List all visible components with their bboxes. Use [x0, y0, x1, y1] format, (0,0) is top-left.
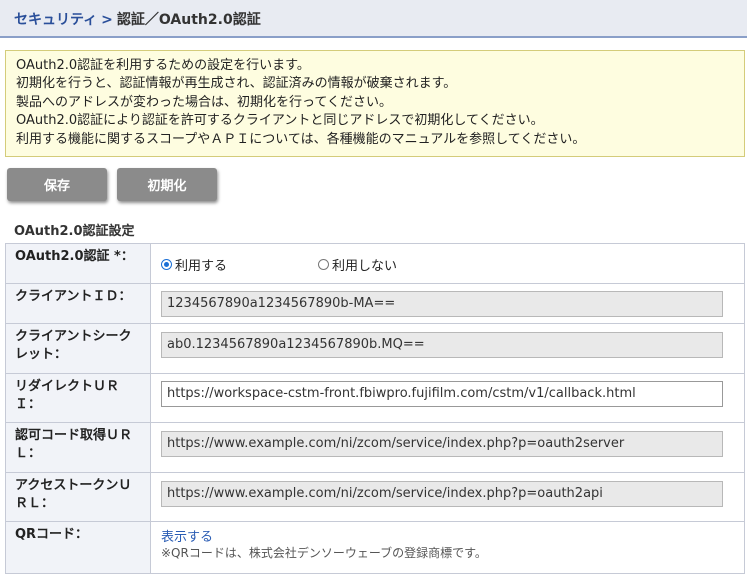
label-line: 認可コード取得ＵＲ: [15, 428, 133, 443]
radio-unselected-icon: [318, 259, 329, 270]
radio-use[interactable]: 利用する: [161, 255, 227, 274]
radio-not-use[interactable]: 利用しない: [318, 255, 397, 274]
label-client-id: クライアントＩＤ：: [6, 284, 151, 323]
notice-line: OAuth2.0認証により認証を許可するクライアントと同じアドレスで初期化してく…: [16, 113, 544, 129]
row-redirect-uri: リダイレクトＵＲ Ｉ： https://workspace-cstm-front…: [6, 374, 744, 423]
label-client-secret: クライアントシーク レット：: [6, 324, 151, 373]
breadcrumb-separator: >: [101, 12, 113, 28]
row-qr-code: QRコード： 表示する ※QRコードは、株式会社デンソーウェーブの登録商標です。: [6, 522, 744, 573]
label-line: Ｉ：: [15, 397, 42, 412]
label-redirect-uri: リダイレクトＵＲ Ｉ：: [6, 374, 151, 422]
client-id-cell: 1234567890a1234567890b-MA==: [161, 284, 744, 323]
row-client-id: クライアントＩＤ： 1234567890a1234567890b-MA==: [6, 284, 744, 324]
save-button[interactable]: 保存: [7, 168, 107, 201]
qr-trademark-note: ※QRコードは、株式会社デンソーウェーブの登録商標です。: [161, 546, 487, 560]
client-secret-cell: ab0.1234567890a1234567890b.MQ==: [161, 324, 744, 373]
row-oauth-enable: OAuth2.0認証 *： 利用する 利用しない: [6, 244, 744, 284]
label-line: アクセストークンＵ: [15, 478, 132, 493]
show-qr-link[interactable]: 表示する: [161, 526, 213, 545]
oauth-settings-form: OAuth2.0認証 *： 利用する 利用しない クライアントＩＤ： 12345…: [5, 243, 745, 574]
notice-line: 初期化を行うと、認証情報が再生成され、認証済みの情報が破棄されます。: [16, 76, 457, 92]
row-access-token-url: アクセストークンＵ ＲＬ： https://www.example.com/ni…: [6, 473, 744, 522]
breadcrumb-current: 認証／OAuth2.0認証: [116, 12, 261, 28]
redirect-uri-cell: https://workspace-cstm-front.fbiwpro.fuj…: [161, 374, 744, 422]
radio-use-label: 利用する: [175, 259, 228, 274]
client-secret-field[interactable]: ab0.1234567890a1234567890b.MQ==: [161, 332, 723, 358]
notice-line: 利用する機能に関するスコープやＡＰＩについては、各種機能のマニュアルを参照してく…: [16, 131, 586, 147]
client-id-field[interactable]: 1234567890a1234567890b-MA==: [161, 291, 723, 317]
info-notice: OAuth2.0認証を利用するための設定を行います。 初期化を行うと、認証情報が…: [5, 50, 745, 157]
label-line: リダイレクトＵＲ: [15, 379, 120, 394]
notice-line: 製品へのアドレスが変わった場合は、初期化を行ってください。: [16, 94, 392, 110]
qr-code-cell: 表示する ※QRコードは、株式会社デンソーウェーブの登録商標です。: [161, 522, 744, 573]
access-token-url-field[interactable]: https://www.example.com/ni/zcom/service/…: [161, 481, 723, 507]
label-access-token-url: アクセストークンＵ ＲＬ：: [6, 473, 151, 521]
redirect-uri-input[interactable]: https://workspace-cstm-front.fbiwpro.fuj…: [161, 381, 723, 407]
label-auth-code-url: 認可コード取得ＵＲ Ｌ：: [6, 423, 151, 472]
label-line: ＲＬ：: [15, 496, 55, 511]
label-oauth: OAuth2.0認証 *：: [6, 244, 151, 283]
label-line: クライアントシーク: [15, 329, 132, 344]
oauth-radio-group: 利用する 利用しない: [161, 244, 744, 283]
label-line: Ｌ：: [15, 446, 42, 461]
label-line: レット：: [15, 347, 68, 362]
breadcrumb: セキュリティ > 認証／OAuth2.0認証: [14, 11, 261, 29]
auth-code-url-cell: https://www.example.com/ni/zcom/service/…: [161, 423, 744, 472]
radio-selected-icon: [161, 259, 172, 270]
initialize-button[interactable]: 初期化: [117, 168, 217, 201]
radio-not-use-label: 利用しない: [332, 259, 398, 274]
notice-line: OAuth2.0認証を利用するための設定を行います。: [16, 58, 310, 73]
row-auth-code-url: 認可コード取得ＵＲ Ｌ： https://www.example.com/ni/…: [6, 423, 744, 473]
access-token-url-cell: https://www.example.com/ni/zcom/service/…: [161, 473, 744, 521]
page-header: セキュリティ > 認証／OAuth2.0認証: [0, 0, 747, 38]
section-title: OAuth2.0認証設定: [14, 224, 135, 239]
label-qr-code: QRコード：: [6, 522, 151, 573]
row-client-secret: クライアントシーク レット： ab0.1234567890a1234567890…: [6, 324, 744, 374]
auth-code-url-field[interactable]: https://www.example.com/ni/zcom/service/…: [161, 431, 723, 457]
breadcrumb-link-security[interactable]: セキュリティ: [14, 12, 97, 28]
